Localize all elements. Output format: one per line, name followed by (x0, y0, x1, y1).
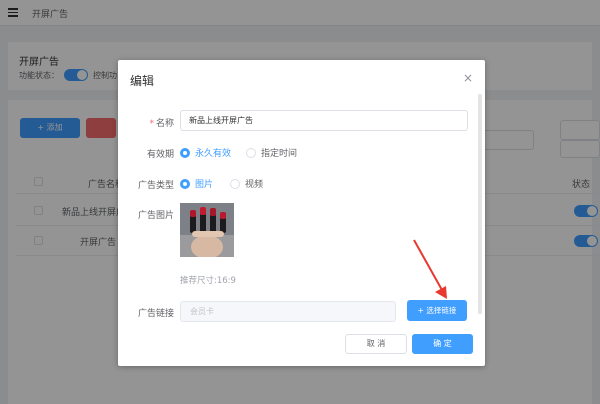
select-link-button[interactable]: + 选择链接 (407, 300, 467, 321)
confirm-button[interactable]: 确 定 (412, 334, 473, 354)
name-input[interactable]: 新品上线开屏广告 (180, 110, 468, 131)
radio-label: 永久有效 (195, 149, 232, 159)
ad-type-label: 广告类型 (137, 181, 174, 191)
ad-type-image-radio[interactable]: 图片 (180, 177, 213, 190)
lipstick-image (180, 203, 234, 257)
ad-type-video-radio[interactable]: 视频 (230, 177, 263, 190)
close-icon[interactable]: × (463, 71, 473, 85)
radio-icon (180, 178, 190, 189)
validity-permanent-radio[interactable]: 永久有效 (180, 146, 231, 159)
cancel-button[interactable]: 取 消 (345, 334, 407, 354)
dialog-title: 编辑 (130, 74, 155, 88)
name-label: * 名称 (118, 116, 174, 129)
ad-link-label: 广告链接 (137, 309, 174, 319)
edit-dialog: 编辑 × * 名称 新品上线开屏广告 有效期 永久有效 指定时间 广告类型 图片 … (118, 60, 485, 366)
name-label-text: 名称 (155, 119, 174, 129)
image-size-hint: 推荐尺寸:16:9 (180, 276, 236, 286)
radio-label: 图片 (195, 180, 214, 190)
validity-label: 有效期 (146, 150, 174, 160)
dialog-scrollbar[interactable] (478, 94, 482, 314)
radio-label: 指定时间 (261, 149, 298, 159)
required-mark: * (149, 119, 154, 129)
ad-image-thumbnail[interactable] (180, 203, 234, 257)
radio-icon (180, 147, 190, 158)
ad-image-label: 广告图片 (137, 211, 174, 221)
radio-label: 视频 (245, 180, 264, 190)
radio-icon (230, 178, 240, 189)
ad-link-input[interactable]: 会员卡 (180, 301, 396, 322)
validity-specified-radio[interactable]: 指定时间 (246, 146, 297, 159)
radio-icon (246, 147, 256, 158)
